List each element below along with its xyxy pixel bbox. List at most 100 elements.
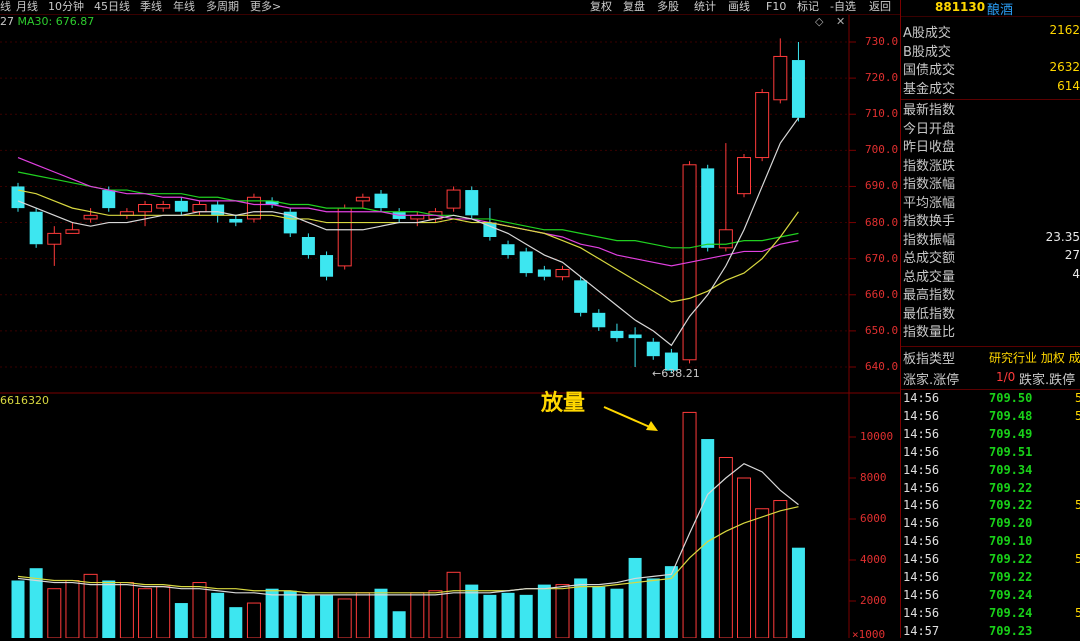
candle-body xyxy=(737,157,751,195)
volume-unit-label: ×1000 xyxy=(852,628,886,641)
volume-bar xyxy=(355,592,370,638)
candle-body xyxy=(773,55,788,101)
volume-bar xyxy=(11,580,25,638)
panel-row-label: 基金成交 xyxy=(903,81,956,97)
volume-bar xyxy=(791,547,805,638)
candle-body xyxy=(156,204,171,209)
tick-time: 14:56 xyxy=(903,480,940,495)
candle-body xyxy=(83,214,98,220)
panel-row-label: 指数振幅 xyxy=(903,232,956,248)
volume-bar xyxy=(483,594,497,638)
volume-bar xyxy=(283,590,297,638)
tick-row: 14:56 709.22 5 xyxy=(901,552,1080,569)
price-tick-label: 720.0 xyxy=(865,71,899,85)
volume-bar xyxy=(773,500,788,638)
candle-body xyxy=(174,200,188,212)
tick-volume: 5 xyxy=(1075,498,1080,513)
candle xyxy=(246,193,261,223)
panel-row-label: 国债成交 xyxy=(903,63,956,78)
panel-row-value: 27 xyxy=(1064,248,1080,262)
candle xyxy=(501,240,515,259)
candle xyxy=(410,211,425,227)
candle-body xyxy=(374,193,388,209)
candle xyxy=(755,88,770,162)
tick-volume: 5 xyxy=(1075,605,1080,620)
volume-tick-label: 10000 xyxy=(860,430,894,443)
price-tick-label: 700.0 xyxy=(865,143,899,157)
candle xyxy=(337,204,352,270)
volume-bar xyxy=(229,607,243,638)
tick-price: 709.34 xyxy=(989,462,1033,477)
candle-body xyxy=(29,211,43,245)
volume-bar xyxy=(592,586,606,638)
tick-row: 14:56 709.49 xyxy=(901,427,1080,444)
candle-body xyxy=(628,334,642,339)
candle xyxy=(718,143,733,252)
panel-row-value: 2162 xyxy=(1049,23,1080,37)
volume-bar xyxy=(410,592,425,638)
panel-row-label: 最低指数 xyxy=(903,306,956,322)
tick-row: 14:56 709.10 xyxy=(901,534,1080,551)
price-tick-label: 670.0 xyxy=(865,251,899,265)
panel-row-label: 指数量比 xyxy=(903,325,956,340)
volume-bar xyxy=(664,566,678,638)
tick-row: 14:57 709.23 xyxy=(901,624,1080,641)
candle xyxy=(301,233,315,259)
tick-price: 709.22 xyxy=(989,552,1033,567)
candle-body xyxy=(65,229,80,234)
candle xyxy=(65,222,80,234)
candle xyxy=(465,186,479,219)
tick-row: 14:56 709.48 5 xyxy=(901,409,1080,426)
type-label: 板指类型 xyxy=(903,352,956,367)
candle-body xyxy=(47,232,62,245)
candle-body xyxy=(610,330,624,339)
annotation-arrow-icon xyxy=(603,406,658,431)
tick-time: 14:56 xyxy=(903,534,940,549)
kline-chart xyxy=(0,15,900,638)
tick-row: 14:56 709.22 5 xyxy=(901,498,1080,515)
tick-price: 709.22 xyxy=(989,570,1033,584)
price-tick-label: 710.0 xyxy=(865,107,899,121)
candle-body xyxy=(320,255,334,277)
volume-bar xyxy=(755,508,770,638)
candle-body xyxy=(592,312,606,328)
candle-body xyxy=(646,341,660,357)
candle-body xyxy=(102,190,116,209)
candle xyxy=(446,186,461,212)
volume-bar xyxy=(646,578,660,638)
down-label: 跌家.跌停 xyxy=(1019,373,1076,388)
volume-bar xyxy=(320,594,334,638)
panel-row-label: 昨日收盘 xyxy=(903,140,956,155)
volume-ma-yellow xyxy=(17,506,799,594)
price-tick-label: 640.0 xyxy=(865,360,899,373)
panel-row-label: 平均涨幅 xyxy=(903,195,956,211)
volume-bar xyxy=(119,582,134,638)
tick-row: 14:56 709.50 5 xyxy=(901,391,1080,408)
candle-body xyxy=(355,196,370,202)
candle-body xyxy=(465,190,479,216)
updown-label: 涨家.涨停 xyxy=(903,373,960,388)
volume-tick-label: 2000 xyxy=(860,594,887,607)
candle-body xyxy=(791,60,805,118)
panel-row-label: 指数换手 xyxy=(903,214,956,229)
candle xyxy=(701,164,715,252)
candle-body xyxy=(192,204,207,213)
tick-volume: 5 xyxy=(1075,552,1080,567)
volume-bar xyxy=(265,588,279,638)
tick-time: 14:56 xyxy=(903,408,940,423)
panel-row-label: 最高指数 xyxy=(903,288,956,303)
volume-bar xyxy=(102,580,116,638)
tick-time: 14:56 xyxy=(903,391,940,405)
candle-body xyxy=(501,244,515,256)
tick-time: 14:56 xyxy=(903,426,940,441)
tick-price: 709.23 xyxy=(989,623,1033,638)
panel-row-value: 4 xyxy=(1072,266,1080,281)
volume-bar xyxy=(211,592,225,638)
volume-bar xyxy=(65,580,80,638)
candle xyxy=(374,190,388,212)
candle xyxy=(773,38,788,104)
panel-row-label: 指数涨跌 xyxy=(903,158,956,174)
candle-body xyxy=(519,251,533,274)
tick-row: 14:56 709.22 xyxy=(901,481,1080,498)
quote-panel: 881130 酿酒 A股成交 2162 B股成交 国债成交 2632 基金成交 614 最新指… xyxy=(901,0,1080,638)
